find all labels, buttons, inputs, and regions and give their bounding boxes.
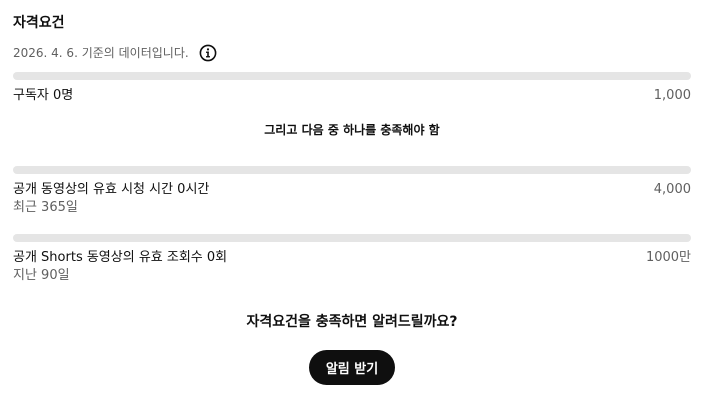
- shorts-views-target: 1000만: [645, 250, 691, 265]
- subscribers-progress-bar: [13, 72, 691, 80]
- watch-hours-info: 공개 동영상의 유효 시청 시간 0시간 최근 365일: [13, 181, 209, 217]
- get-notified-button[interactable]: 알림 받기: [309, 350, 395, 385]
- section-title: 자격요건: [13, 15, 65, 31]
- or-condition-text: 그리고 다음 중 하나를 충족해야 함: [264, 123, 440, 137]
- shorts-views-info: 공개 Shorts 동영상의 유효 조회수 0회 지난 90일: [13, 249, 227, 285]
- watch-hours-target: 4,000: [653, 182, 691, 197]
- watch-hours-progress-bar: [13, 166, 691, 174]
- as-of-row: 2026. 4. 6. 기준의 데이터입니다.: [13, 42, 217, 64]
- subscribers-info: 구독자 0명: [13, 87, 73, 105]
- info-circle-icon[interactable]: [199, 44, 217, 62]
- shorts-views-progress-bar: [13, 234, 691, 242]
- shorts-views-label: 공개 Shorts 동영상의 유효 조회수 0회: [13, 250, 228, 265]
- watch-hours-label: 공개 동영상의 유효 시청 시간 0시간: [13, 182, 210, 197]
- watch-hours-period: 최근 365일: [13, 200, 78, 215]
- notify-question: 자격요건을 충족하면 알려드릴까요?: [246, 314, 458, 330]
- subscribers-row: 구독자 0명 1,000: [13, 87, 691, 105]
- subscribers-label: 구독자 0명: [13, 88, 74, 103]
- watch-hours-row: 공개 동영상의 유효 시청 시간 0시간 최근 365일 4,000: [13, 181, 691, 217]
- as-of-text: 2026. 4. 6. 기준의 데이터입니다.: [13, 46, 189, 60]
- subscribers-target: 1,000: [653, 88, 691, 103]
- shorts-views-period: 지난 90일: [13, 268, 70, 283]
- shorts-views-row: 공개 Shorts 동영상의 유효 조회수 0회 지난 90일 1000만: [13, 249, 691, 285]
